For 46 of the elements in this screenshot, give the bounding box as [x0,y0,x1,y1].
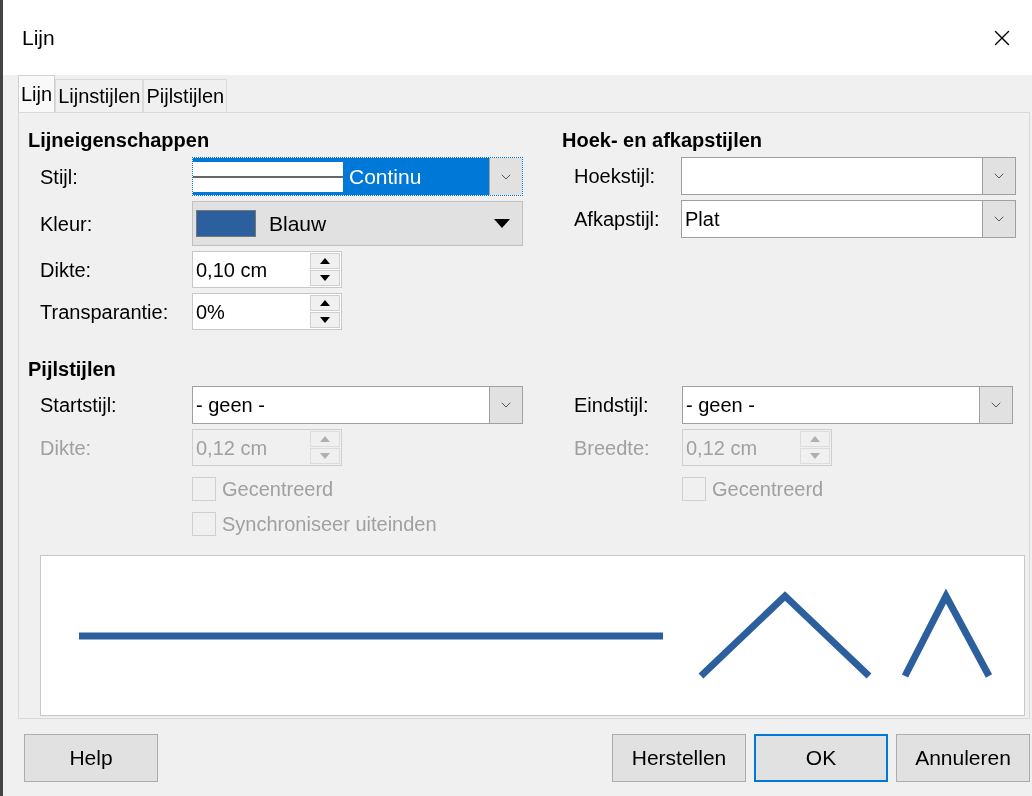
checkbox-label: Gecentreerd [712,476,824,502]
down-triangle-icon [320,275,330,281]
tab[interactable]: Pijlstijlen [143,79,228,112]
field-label: Stijl: [40,164,79,190]
dialog-button[interactable]: OK [754,733,888,782]
up-triangle-icon [320,258,330,264]
dropdown-triangle-icon [494,219,510,228]
field-label: Breedte: [574,435,651,461]
field-label: Dikte: [40,257,93,283]
spin-down-button[interactable] [310,312,340,328]
down-triangle-icon [810,453,820,459]
line-style-select[interactable]: Continu [192,157,523,196]
transparency-field[interactable]: 0% [192,293,342,330]
section-heading: Hoek- en afkapstijlen [562,128,764,153]
tab[interactable]: Lijnstijlen [55,79,144,112]
field-label: Eindstijl: [574,393,650,418]
field-label: Afkapstijl: [574,207,661,232]
thickness-field[interactable]: 0,10 cm [192,251,342,288]
checkbox-label: Synchroniseer uiteinden [222,511,437,537]
tab[interactable]: Lijn [18,75,56,112]
window-title: Lijn [22,24,55,51]
field-label: Hoekstijl: [574,164,657,189]
dialog-button[interactable]: Help [24,733,158,782]
dialog-button[interactable]: Herstellen [612,733,746,782]
section-heading: Lijneigenschappen [28,128,211,153]
corner-style-select[interactable] [681,157,1016,195]
color-dropdown-button[interactable]: Blauw [192,201,523,246]
field-label: Transparantie: [40,299,170,325]
checkbox-label: Gecentreerd [222,476,334,502]
arrow-style-select[interactable]: - geen - [192,386,523,424]
section-heading: Pijlstijlen [28,357,117,382]
field-label: Startstijl: [40,393,118,418]
field-label: Kleur: [40,211,94,237]
spin-up-button[interactable] [310,295,340,311]
cap-style-select[interactable]: Plat [681,200,1016,238]
field-label: Dikte: [40,435,93,461]
up-triangle-icon [320,436,330,442]
down-triangle-icon [320,317,330,323]
dialog-button[interactable]: Annuleren [896,733,1030,782]
arrow-style-select[interactable]: - geen - [682,386,1013,424]
down-triangle-icon [320,453,330,459]
line-preview-icon [193,161,343,192]
spin-up-button[interactable] [310,253,340,269]
up-triangle-icon [810,436,820,442]
up-triangle-icon [320,300,330,306]
spin-down-button[interactable] [310,270,340,286]
